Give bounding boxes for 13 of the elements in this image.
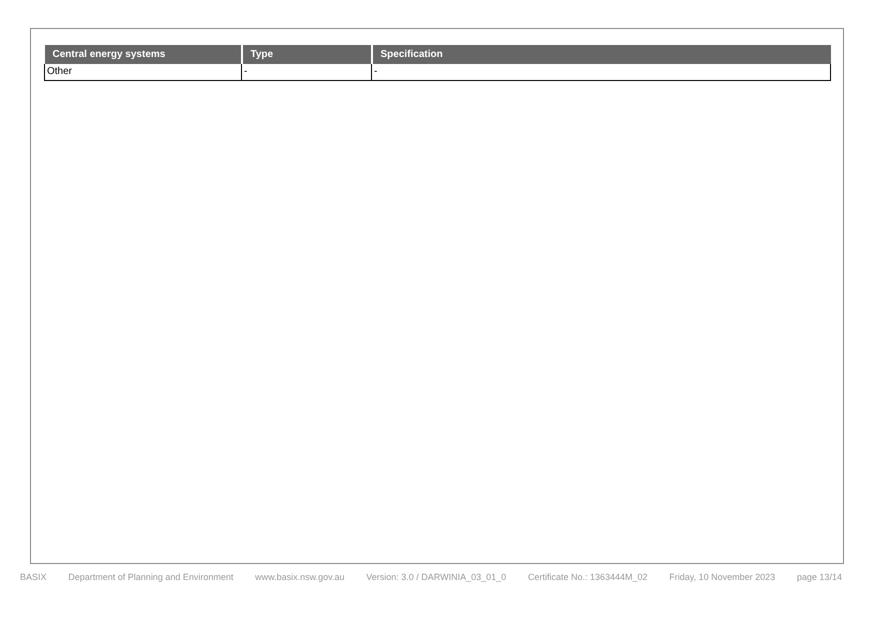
column-header: Type	[242, 45, 372, 64]
footer-text: Version: 3.0 / DARWINIA_03_01_0	[366, 572, 506, 582]
footer-text: Certificate No.: 1363444M_02	[528, 572, 648, 582]
column-header: Central energy systems	[44, 45, 242, 64]
footer-text: www.basix.nsw.gov.au	[255, 572, 345, 582]
footer-text: Department of Planning and Environment	[68, 572, 234, 582]
footer-text: Friday, 10 November 2023	[669, 572, 776, 582]
table-cell: -	[372, 64, 830, 80]
footer-text: page 13/14	[796, 572, 842, 582]
table-cell: Other	[44, 64, 242, 80]
column-header: Specification	[372, 45, 830, 64]
footer-text: BASIX	[20, 572, 47, 582]
table-cell: -	[242, 64, 372, 80]
